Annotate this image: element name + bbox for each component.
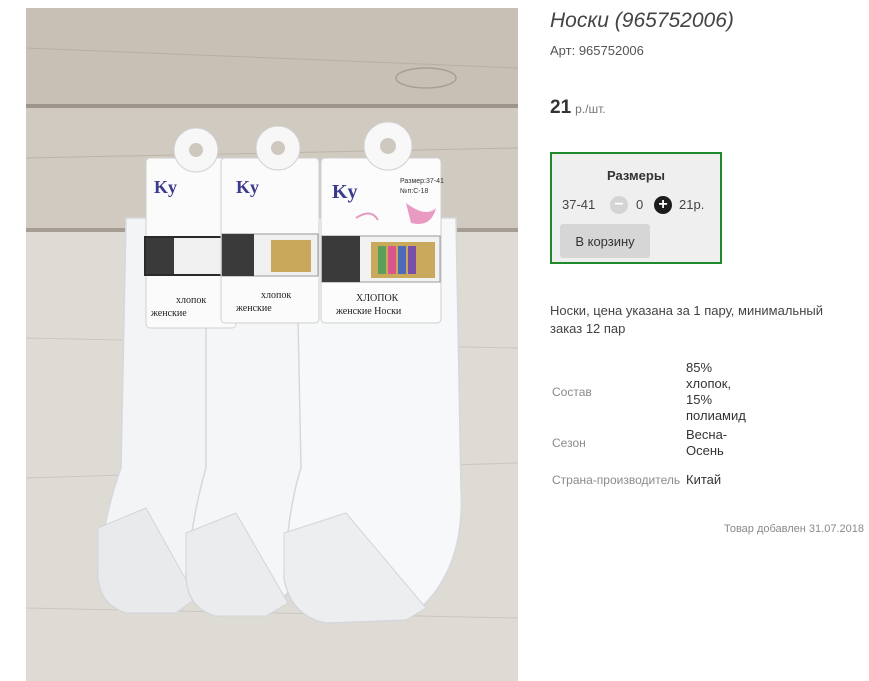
property-row: Сезон Весна-Осень xyxy=(552,424,756,462)
product-properties: Состав 85% хлопок, 15% полиамид Сезон Ве… xyxy=(552,360,756,498)
plus-icon[interactable]: + xyxy=(654,196,672,214)
property-key: Состав xyxy=(552,385,592,399)
property-key: Сезон xyxy=(552,436,586,450)
tag-text-1b: женские xyxy=(150,308,187,319)
tag-brand-3: Ky xyxy=(332,181,358,203)
tag-size-2: №п:С-18 xyxy=(400,188,429,195)
product-price: 21 р./шт. xyxy=(550,97,606,119)
product-title: Носки (965752006) xyxy=(550,9,734,32)
price-amount: 21 xyxy=(550,97,572,118)
added-date: Товар добавлен 31.07.2018 xyxy=(723,523,864,535)
add-to-cart-button[interactable]: В корзину xyxy=(560,224,650,258)
sku-label: Арт: xyxy=(550,43,576,58)
tag-text-3: ХЛОПОК xyxy=(356,293,399,304)
price-unit: р./шт. xyxy=(575,102,606,116)
tag-size-1: Размер:37-41 xyxy=(400,178,444,185)
property-key: Страна-производитель xyxy=(552,473,681,487)
product-photo-illustration: Ky хлопок женские Ky хлопок женские Ky Р… xyxy=(26,8,518,681)
tag-text-2b: женские xyxy=(235,303,272,314)
size-selector-title: Размеры xyxy=(607,168,665,183)
size-label: 37-41 xyxy=(562,197,596,212)
size-row: 37-41 − 0 + 21р. xyxy=(562,196,712,214)
product-photo[interactable]: Ky хлопок женские Ky хлопок женские Ky Р… xyxy=(26,8,518,681)
size-selector: Размеры 37-41 − 0 + 21р. В корзину xyxy=(550,152,722,264)
property-value: 85% хлопок, 15% полиамид xyxy=(686,360,746,423)
quantity-value: 0 xyxy=(636,197,644,212)
sku-value: 965752006 xyxy=(578,43,644,58)
property-value: Китай xyxy=(686,472,722,487)
minus-icon[interactable]: − xyxy=(610,196,628,214)
property-value: Весна-Осень xyxy=(686,427,728,458)
product-sku: Арт: 965752006 xyxy=(550,43,644,58)
tag-text-1: хлопок xyxy=(176,295,206,306)
tag-brand-2: Ky xyxy=(236,177,259,197)
property-row: Страна-производитель Китай xyxy=(552,462,756,498)
tag-text-3b: женские Носки xyxy=(335,306,402,317)
tag-text-2: хлопок xyxy=(261,290,291,301)
product-description: Носки, цена указана за 1 пару, минимальн… xyxy=(550,303,823,336)
tag-brand-1: Ky xyxy=(154,177,177,197)
size-price: 21р. xyxy=(679,197,705,212)
property-row: Состав 85% хлопок, 15% полиамид xyxy=(552,360,756,424)
